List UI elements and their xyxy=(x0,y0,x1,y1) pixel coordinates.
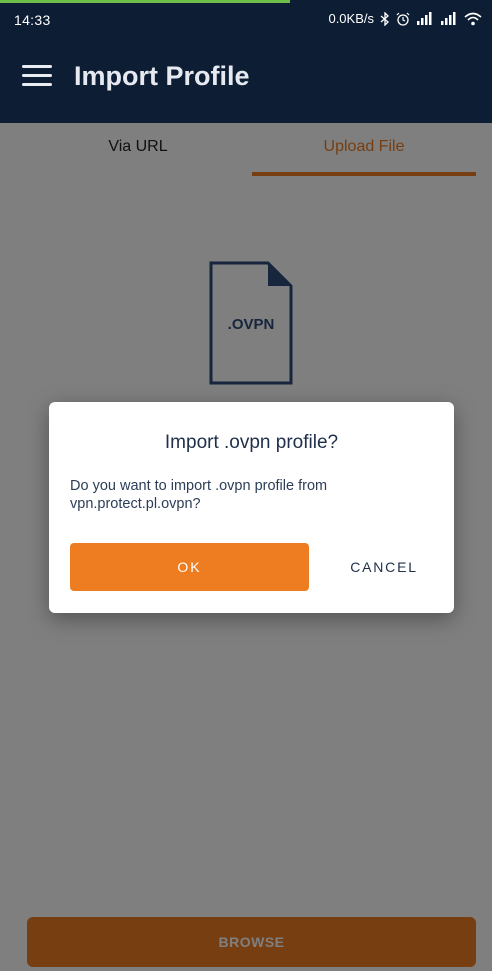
loading-progress-line xyxy=(0,0,290,3)
alarm-icon xyxy=(396,12,410,26)
dialog-title: Import .ovpn profile? xyxy=(164,432,339,453)
cancel-button[interactable]: CANCEL xyxy=(329,543,439,591)
wifi-icon xyxy=(464,12,482,26)
status-time: 14:33 xyxy=(14,12,51,28)
status-bar: 14:33 0.0KB/s xyxy=(0,0,492,37)
hamburger-menu-icon[interactable] xyxy=(22,65,52,89)
signal-icon xyxy=(416,12,434,25)
signal-icon xyxy=(440,12,458,25)
ok-button[interactable]: OK xyxy=(70,543,309,591)
bluetooth-icon xyxy=(380,11,390,26)
import-confirm-dialog: Import .ovpn profile? Do you want to imp… xyxy=(49,402,454,613)
network-speed: 0.0KB/s xyxy=(328,11,374,26)
page-title: Import Profile xyxy=(74,61,250,91)
dialog-message: Do you want to import .ovpn profile from… xyxy=(70,478,328,512)
status-icons: 0.0KB/s xyxy=(328,11,482,26)
app-bar: Import Profile xyxy=(0,37,492,123)
